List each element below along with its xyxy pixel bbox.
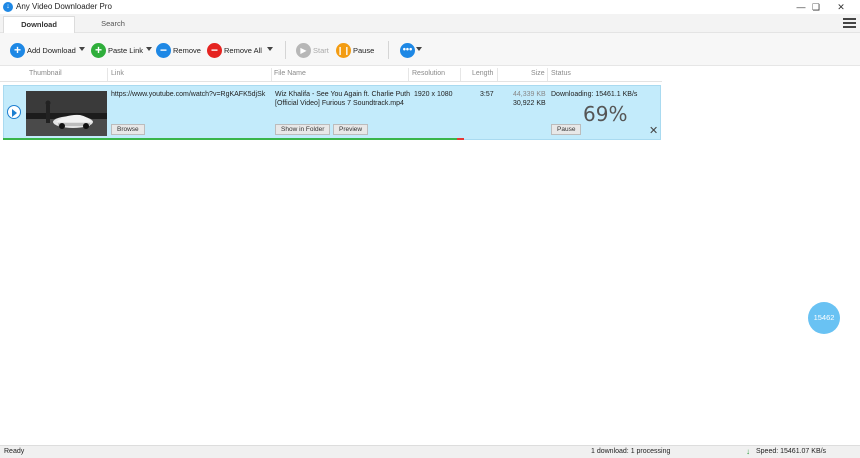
progress-percent: 69%: [583, 102, 628, 126]
menu-icon[interactable]: [843, 18, 856, 29]
more-options-button[interactable]: •••: [400, 42, 415, 58]
remove-all-dropdown-icon[interactable]: [267, 47, 273, 51]
column-divider[interactable]: [497, 68, 498, 81]
app-logo-icon: ↓: [3, 2, 13, 12]
thumbnail-image: [26, 91, 107, 136]
toolbar: + Add Download + Paste Link − Remove − R…: [0, 33, 860, 66]
download-list-header: Thumbnail Link File Name Resolution Leng…: [0, 67, 662, 82]
status-bar: Ready 1 download: 1 processing ↓ Speed: …: [0, 445, 860, 458]
status-summary: 1 download: 1 processing: [591, 448, 671, 455]
download-arrow-icon: ↓: [746, 447, 750, 456]
progress-bar: [3, 138, 661, 140]
play-icon[interactable]: [7, 105, 21, 119]
progress-fill: [3, 138, 458, 140]
speed-bubble[interactable]: 15462: [808, 302, 840, 334]
pause-icon: ❙❙: [336, 42, 351, 58]
close-icon[interactable]: ✕: [649, 126, 658, 137]
window-title: Any Video Downloader Pro: [16, 2, 112, 11]
add-download-label: Add Download: [27, 45, 76, 55]
more-options-dropdown-icon[interactable]: [416, 47, 422, 51]
column-size[interactable]: Size: [531, 70, 545, 77]
toolbar-divider: [285, 41, 286, 59]
tab-search[interactable]: Search: [77, 16, 149, 33]
plus-icon: +: [10, 42, 25, 58]
tab-bar: Download Search: [0, 14, 860, 33]
add-download-dropdown-icon[interactable]: [79, 47, 85, 51]
column-resolution[interactable]: Resolution: [412, 70, 445, 77]
title-bar: ↓ Any Video Downloader Pro — ❏ ✕: [0, 0, 860, 14]
toolbar-divider: [388, 41, 389, 59]
size-total-value: 30,922 KB: [513, 99, 546, 107]
paste-link-button[interactable]: + Paste Link: [91, 42, 143, 58]
preview-button[interactable]: Preview: [333, 124, 369, 135]
column-divider[interactable]: [408, 68, 409, 81]
column-file-name[interactable]: File Name: [274, 70, 306, 77]
row-pause-button[interactable]: Pause: [551, 124, 582, 135]
maximize-icon[interactable]: ❏: [805, 0, 827, 14]
paste-link-dropdown-icon[interactable]: [146, 47, 152, 51]
show-in-folder-button[interactable]: Show in Folder: [275, 124, 331, 135]
status-text: Downloading: 15461.1 KB/s: [551, 91, 638, 98]
remove-button[interactable]: − Remove: [156, 42, 201, 58]
tab-download[interactable]: Download: [3, 16, 75, 33]
add-download-button[interactable]: + Add Download: [10, 42, 76, 58]
video-thumbnail: [26, 91, 107, 136]
size-downloaded-value: 44,339 KB: [513, 91, 546, 98]
column-divider[interactable]: [547, 68, 548, 81]
pause-button[interactable]: ❙❙ Pause: [336, 42, 374, 58]
resolution-value: 1920 x 1080: [414, 91, 453, 98]
start-label: Start: [313, 45, 329, 55]
minus-icon: −: [156, 42, 171, 58]
more-icon: •••: [400, 42, 415, 58]
column-thumbnail[interactable]: Thumbnail: [29, 70, 62, 77]
column-divider[interactable]: [271, 68, 272, 81]
start-button[interactable]: ▶ Start: [296, 42, 329, 58]
pause-label: Pause: [353, 45, 375, 55]
length-value: 3:57: [480, 91, 494, 98]
download-row[interactable]: https://www.youtube.com/watch?v=RgKAFK5d…: [3, 85, 661, 140]
remove-label: Remove: [173, 45, 201, 55]
close-window-icon[interactable]: ✕: [830, 0, 852, 14]
column-divider[interactable]: [107, 68, 108, 81]
progress-secondary-fill: [457, 138, 464, 140]
file-name-line2: [Official Video] Furious 7 Soundtrack.mp…: [275, 99, 404, 107]
file-name-line1: Wiz Khalifa - See You Again ft. Charlie …: [275, 91, 411, 98]
remove-all-label: Remove All: [224, 45, 262, 55]
plus-icon: +: [91, 42, 106, 58]
column-divider[interactable]: [460, 68, 461, 81]
column-length[interactable]: Length: [472, 70, 493, 77]
paste-link-label: Paste Link: [108, 45, 144, 55]
column-status[interactable]: Status: [551, 70, 571, 77]
column-link[interactable]: Link: [111, 70, 124, 77]
play-icon: ▶: [296, 42, 311, 58]
browse-button[interactable]: Browse: [111, 124, 145, 135]
minus-icon: −: [207, 42, 222, 58]
remove-all-button[interactable]: − Remove All: [207, 42, 262, 58]
status-speed: Speed: 15461.07 KB/s: [756, 448, 827, 455]
status-ready: Ready: [4, 448, 25, 455]
download-link: https://www.youtube.com/watch?v=RgKAFK5d…: [111, 91, 266, 98]
